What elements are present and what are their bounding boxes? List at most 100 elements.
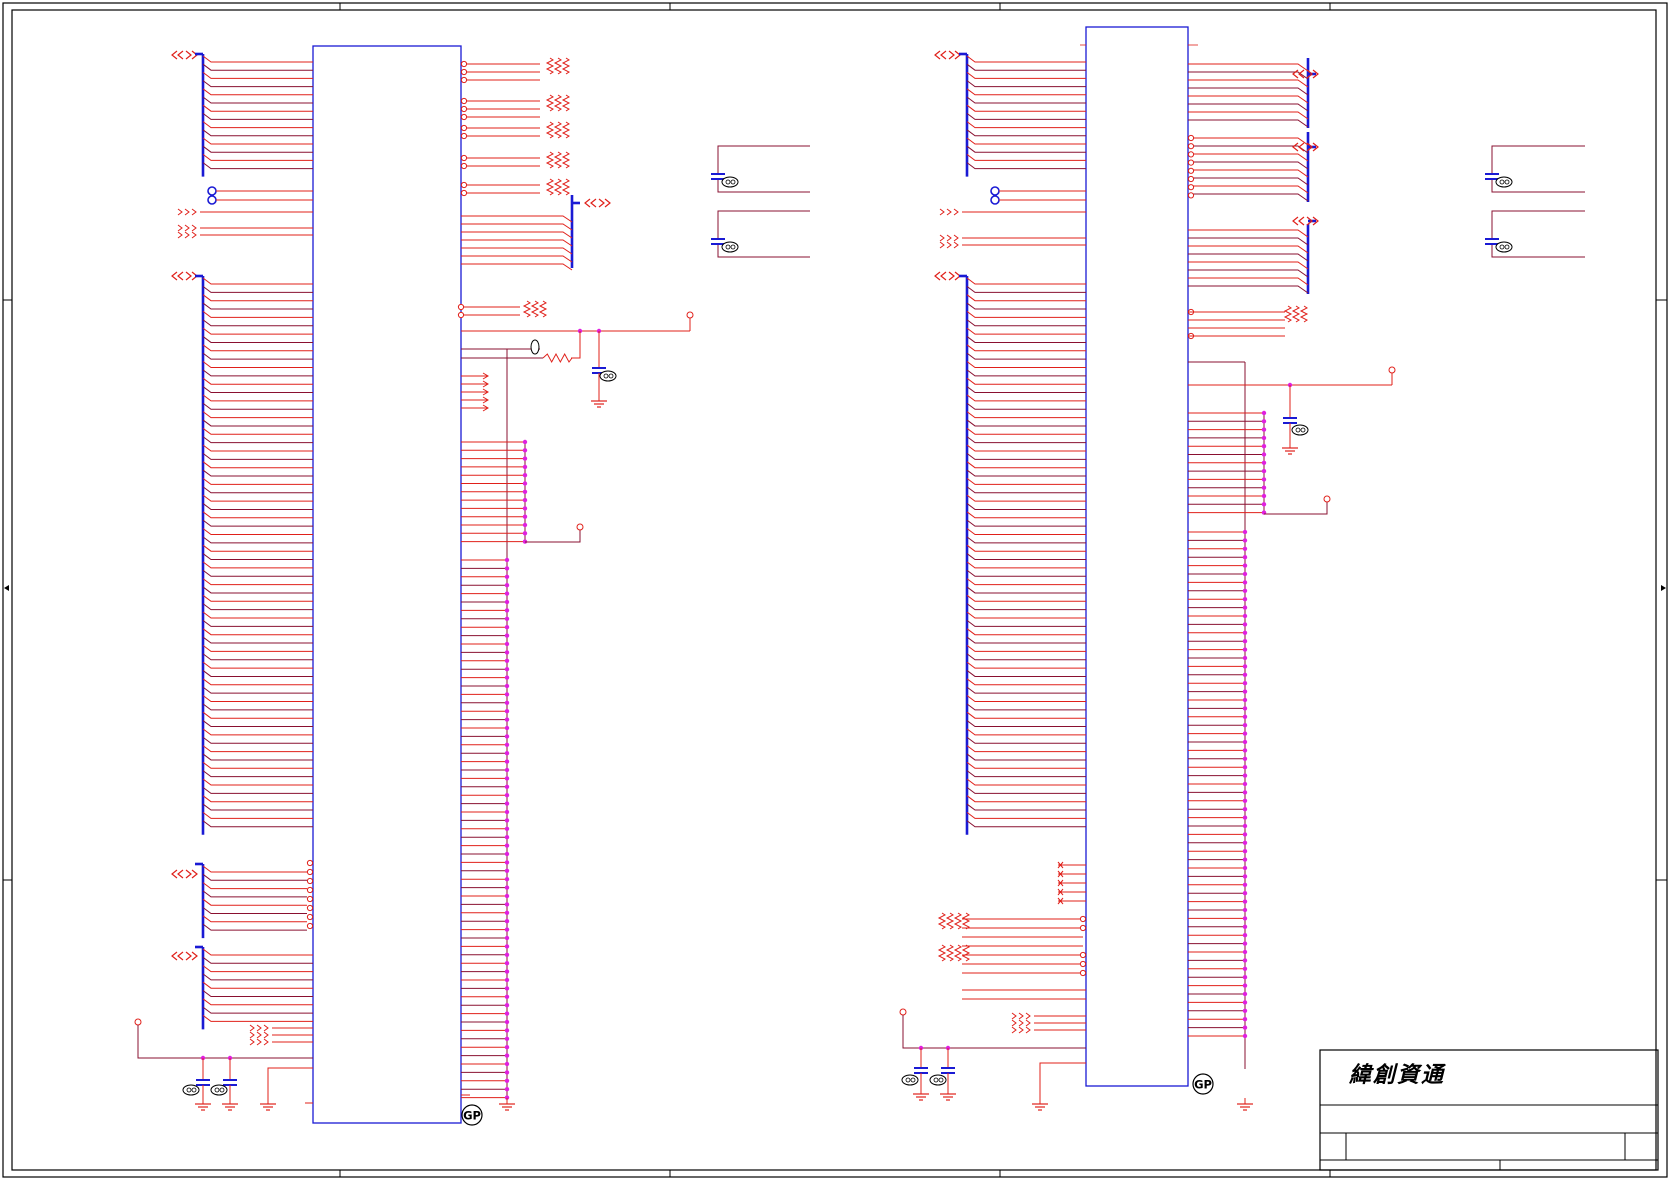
- bus-entry-wire: [966, 96, 1086, 104]
- junction-dot: [522, 531, 528, 536]
- resistor-icon: [1291, 305, 1301, 323]
- offpage-connector-c-icon: [171, 869, 198, 879]
- bus-entry-wire: [202, 998, 313, 1006]
- bus-entry-wire: [966, 145, 1086, 153]
- bus-entry-wire: [966, 121, 1086, 129]
- bus-entry-wire: [202, 327, 313, 335]
- junction-dot: [504, 809, 510, 815]
- chevron-icon: [1292, 142, 1299, 152]
- capacitor-icon: [711, 173, 725, 180]
- junction-dot: [1261, 410, 1267, 416]
- bus-entry-wire: [202, 569, 313, 577]
- junction-dot: [522, 473, 528, 478]
- pin-bubble: [306, 904, 314, 912]
- resistor-icon: [561, 178, 571, 196]
- chevron-icon: [249, 1038, 255, 1046]
- bus-entry-wire: [966, 352, 1086, 360]
- net-tag-icon: [721, 241, 739, 253]
- bus-entry-wire: [202, 948, 313, 956]
- junction-dot: [504, 944, 510, 949]
- junction-dot: [504, 650, 510, 655]
- gp-badge-left: GP: [461, 1104, 483, 1126]
- bus-entry-wire: [966, 494, 1086, 502]
- junction-dot: [1242, 1025, 1248, 1030]
- bus-entry-wire: [202, 153, 313, 161]
- input-port-icon: [177, 224, 197, 239]
- pin-bubble: [306, 859, 314, 867]
- bus-entry-wire: [202, 88, 313, 96]
- chevron-icon: [171, 50, 178, 60]
- junction-dot: [1242, 807, 1248, 812]
- bus-entry-wire: [202, 361, 313, 368]
- resistor-array-b: [460, 97, 540, 121]
- bus-entry-wire: [1188, 79, 1309, 88]
- chevron-icon: [1298, 216, 1305, 226]
- pin-bubble: [1187, 184, 1195, 191]
- pin-bubble: [1187, 134, 1195, 142]
- bus-entry-wire: [966, 336, 1086, 343]
- bus-entry-wire: [966, 770, 1086, 778]
- resistor-zigzag: [561, 151, 571, 169]
- bus-entry-wire: [966, 277, 1086, 285]
- bus-entry-wire: [966, 162, 1086, 170]
- bus-entry-wire: [966, 511, 1086, 519]
- bus-entry-wire: [202, 670, 313, 677]
- bus-entry-wire: [1188, 169, 1309, 178]
- wire: [1491, 145, 1585, 174]
- chevron-icon: [191, 231, 197, 239]
- bus-entry-wire: [202, 344, 313, 352]
- resistor-icon: [937, 912, 947, 930]
- resistor-icon: [553, 151, 563, 169]
- pin-bubble: [1187, 143, 1195, 150]
- bus-entry-wire: [966, 761, 1086, 769]
- bus-entry-wire: [966, 678, 1086, 686]
- bus-entry-wire: [202, 113, 313, 120]
- bus-entry-wire: [1188, 63, 1309, 72]
- bus-entry-wire: [202, 973, 313, 981]
- bus-entry-wire: [966, 137, 1086, 145]
- pin-bubble: [306, 886, 314, 894]
- bus-entry-wire: [202, 528, 313, 535]
- bus-entry-wire: [202, 795, 313, 803]
- bus-entry-wire: [1188, 245, 1309, 254]
- chevron-icon: [940, 50, 947, 60]
- bus-entry-wire: [202, 285, 313, 293]
- schematic-canvas: GP GP: [2, 2, 1668, 1178]
- junction-dot: [504, 969, 510, 974]
- resistor-icon: [553, 178, 563, 196]
- junction-dot: [1242, 681, 1248, 686]
- power-pin-icon: [134, 1018, 142, 1026]
- pin-bubble: [460, 154, 468, 162]
- bus-entry-wire: [202, 137, 313, 145]
- junction-dot: [1261, 419, 1267, 424]
- junction-dot: [1242, 580, 1248, 585]
- junction-dot: [1242, 933, 1248, 938]
- chevron-icon: [1018, 1026, 1024, 1034]
- bus-entry-wire: [966, 519, 1086, 527]
- bus-entry-wire: [966, 72, 1086, 79]
- pin-bubble: [306, 868, 314, 876]
- junction-dot: [1242, 739, 1248, 745]
- bus-entry-wire: [202, 653, 313, 661]
- junction-dot: [504, 675, 510, 680]
- bus-entry-wire: [966, 544, 1086, 552]
- bus-entry-wire: [202, 452, 313, 460]
- chevron-icon: [177, 231, 183, 239]
- bus-entry-wire: [202, 820, 313, 828]
- junction-dot: [1242, 664, 1248, 669]
- bus-entry-wire: [966, 310, 1086, 318]
- chevron-icon: [256, 1031, 262, 1039]
- junction-dot: [1242, 605, 1248, 610]
- bus-entry-wire: [202, 277, 313, 285]
- chevron-icon: [185, 271, 192, 281]
- pin-bubble: [460, 189, 468, 197]
- bus-entry-wire: [966, 594, 1086, 602]
- bus-entry-wire: [202, 736, 313, 744]
- wire: [267, 1067, 313, 1098]
- bus-entry-wire: [966, 653, 1086, 661]
- junction-dot: [1242, 697, 1248, 703]
- bus-entry-wire: [966, 419, 1086, 427]
- bus-entry-wire: [966, 55, 1086, 63]
- net-tag-icon: [1291, 424, 1309, 436]
- bus-entry-wire: [202, 319, 313, 327]
